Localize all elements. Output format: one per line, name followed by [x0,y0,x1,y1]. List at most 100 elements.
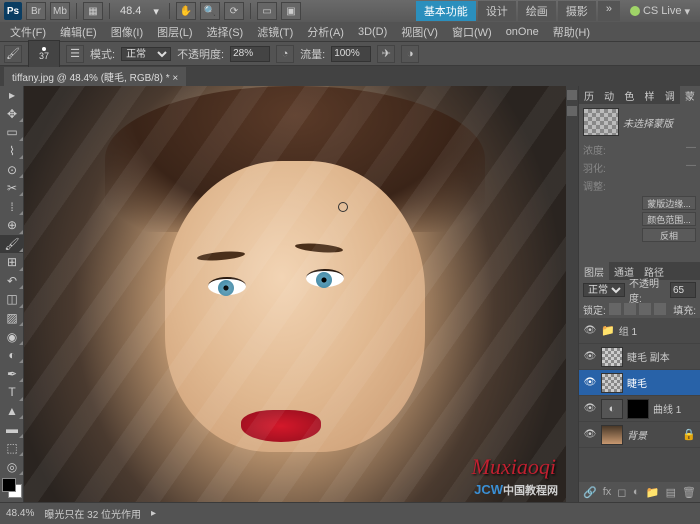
layer-row[interactable]: 👁 睫毛 副本 [579,344,700,370]
layer-name[interactable]: 曲线 1 [653,401,696,416]
layer-name[interactable]: 背景 [627,427,678,442]
opacity-input[interactable] [230,46,270,62]
menu-file[interactable]: 文件(F) [4,22,52,42]
brush-preset-picker[interactable]: 37 [28,40,60,68]
visibility-icon[interactable]: 👁 [583,376,597,390]
layer-name[interactable]: 睫毛 [627,375,696,390]
hand-tool-icon[interactable]: ✋ [176,2,196,20]
eraser-tool[interactable]: ◫ [0,290,24,309]
3d-tool[interactable]: ⬚ [0,439,24,458]
layer-blend-select[interactable]: 正常 [583,283,625,297]
visibility-icon[interactable]: 👁 [583,350,597,364]
new-group-icon[interactable]: 📁 [646,485,660,499]
layer-opacity-input[interactable] [670,282,696,298]
layer-row-selected[interactable]: 👁 睫毛 [579,370,700,396]
lock-all-icon[interactable] [654,303,666,315]
crop-tool[interactable]: ✂ [0,179,24,198]
menu-image[interactable]: 图像(I) [105,22,149,42]
blend-mode-select[interactable]: 正常 [121,47,171,61]
quick-select-tool[interactable]: ⊙ [0,160,24,179]
layer-thumbnail[interactable] [601,425,623,445]
tab-masks[interactable]: 蒙版 [680,86,700,104]
3d-camera-tool[interactable]: ◎ [0,457,24,476]
layer-thumbnail[interactable] [601,373,623,393]
status-arrow[interactable]: ▸ [151,508,156,519]
zoom-display[interactable]: 48.4 [116,5,145,17]
lasso-tool[interactable]: ⌇ [0,142,24,161]
layer-name[interactable]: 组 1 [619,323,696,338]
collapsed-panel-icon[interactable] [567,106,577,116]
brush-panel-toggle[interactable]: ☰ [66,45,84,63]
visibility-icon[interactable]: 👁 [583,428,597,442]
bridge-icon[interactable]: Br [26,2,46,20]
workspace-tab-painting[interactable]: 绘画 [518,1,556,21]
status-zoom[interactable]: 48.4% [6,508,34,519]
tab-swatches[interactable]: 色板 [619,86,639,104]
tab-history[interactable]: 历史 [579,86,599,104]
layer-fx-icon[interactable]: fx [603,485,612,499]
cs-live-button[interactable]: CS Live ▾ [624,5,696,18]
color-swatches[interactable] [0,476,23,502]
lock-position-icon[interactable] [639,303,651,315]
gradient-tool[interactable]: ▨ [0,309,24,328]
new-layer-icon[interactable]: ▤ [666,485,676,499]
opacity-pressure-icon[interactable]: ◔ [276,45,294,63]
menu-filter[interactable]: 滤镜(T) [251,22,299,42]
workspace-more[interactable]: » [598,1,620,21]
view-extras-icon[interactable]: ▦ [83,2,103,20]
menu-select[interactable]: 选择(S) [201,22,250,42]
layer-row-group[interactable]: 👁 📁 组 1 [579,318,700,344]
zoom-tool-icon[interactable]: 🔍 [200,2,220,20]
healing-tool[interactable]: ⊕ [0,216,24,235]
lock-transparent-icon[interactable] [609,303,621,315]
add-mask-icon[interactable]: ◻ [617,485,626,499]
tools-collapse[interactable]: ▸ [0,86,24,105]
workspace-tab-essentials[interactable]: 基本功能 [416,1,476,21]
layer-row-adjustment[interactable]: 👁 ◐ 曲线 1 [579,396,700,422]
shape-tool[interactable]: ▬ [0,420,24,439]
adjustment-icon[interactable]: ◐ [601,399,623,419]
lock-pixels-icon[interactable] [624,303,636,315]
layer-mask-thumbnail[interactable] [627,399,649,419]
collapsed-panel-icon[interactable] [567,90,577,100]
history-brush-tool[interactable]: ↶ [0,272,24,291]
menu-help[interactable]: 帮助(H) [547,22,596,42]
layer-row-background[interactable]: 👁 背景 🔒 [579,422,700,448]
menu-analysis[interactable]: 分析(A) [301,22,350,42]
stamp-tool[interactable]: ⊞ [0,253,24,272]
menu-edit[interactable]: 编辑(E) [54,22,103,42]
invert-button[interactable]: 反相 [642,228,696,242]
blur-tool[interactable]: ◉ [0,327,24,346]
minibridge-icon[interactable]: Mb [50,2,70,20]
status-info[interactable]: 曝光只在 32 位光作用 [44,506,141,521]
marquee-tool[interactable]: ▭ [0,123,24,142]
airbrush-icon[interactable]: ✈ [377,45,395,63]
move-tool[interactable]: ✥ [0,105,24,124]
new-adjustment-icon[interactable]: ◐ [632,485,640,499]
foreground-color[interactable] [2,478,16,492]
menu-layer[interactable]: 图层(L) [151,22,198,42]
visibility-icon[interactable]: 👁 [583,324,597,338]
menu-onone[interactable]: onOne [500,24,545,40]
path-select-tool[interactable]: ▲ [0,402,24,421]
document-tab[interactable]: tiffany.jpg @ 48.4% (睫毛, RGB/8) * × [4,67,186,86]
layer-name[interactable]: 睫毛 副本 [627,349,696,364]
mask-edge-button[interactable]: 蒙版边缘... [642,196,696,210]
tab-layers[interactable]: 图层 [579,262,609,280]
visibility-icon[interactable]: 👁 [583,402,597,416]
delete-layer-icon[interactable]: 🗑 [682,485,696,499]
brush-tool[interactable]: 🖌 [0,235,24,254]
tool-preset-button[interactable]: 🖌 [4,45,22,63]
menu-view[interactable]: 视图(V) [395,22,444,42]
tab-actions[interactable]: 动作 [599,86,619,104]
color-range-button[interactable]: 颜色范围... [642,212,696,226]
layer-thumbnail[interactable] [601,347,623,367]
zoom-arrow[interactable]: ▾ [149,5,163,18]
type-tool[interactable]: T [0,383,24,402]
screen-mode-icon[interactable]: ▣ [281,2,301,20]
tab-styles[interactable]: 样式 [640,86,660,104]
canvas[interactable]: Muxiaoqi JCW中国教程网 [24,86,566,502]
workspace-tab-design[interactable]: 设计 [478,1,516,21]
menu-window[interactable]: 窗口(W) [446,22,498,42]
link-layers-icon[interactable]: 🔗 [583,485,597,499]
